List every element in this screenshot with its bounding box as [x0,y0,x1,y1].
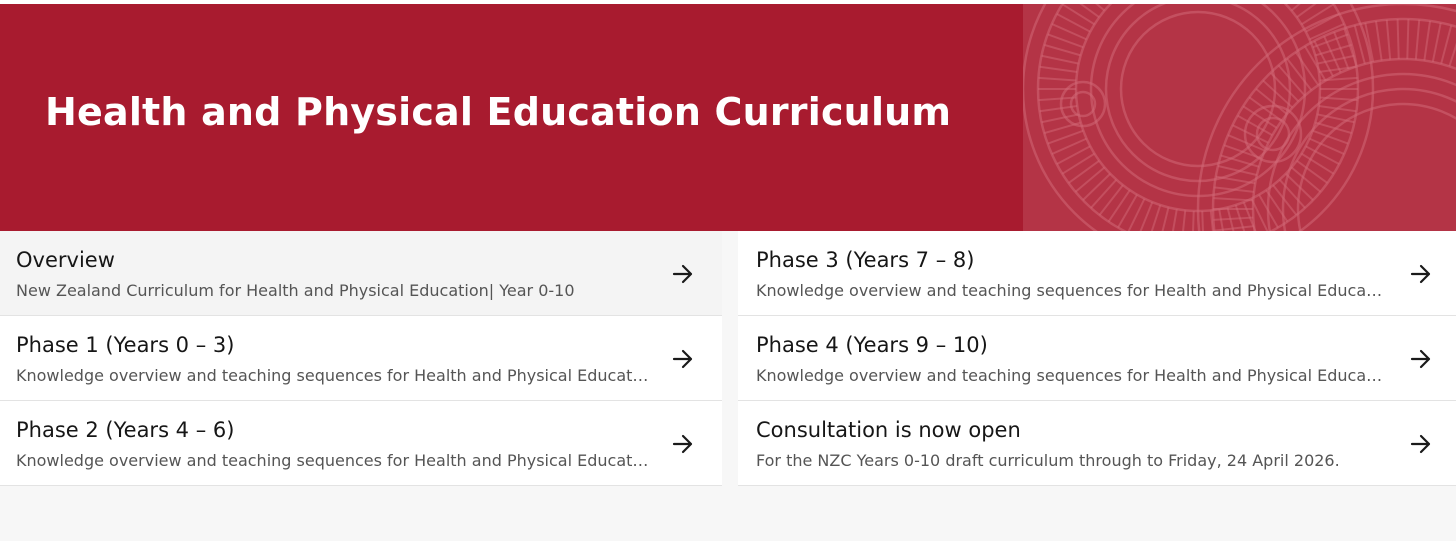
arrow-right-icon[interactable] [672,263,694,285]
page-banner: Health and Physical Education Curriculum [0,4,1456,231]
card-title: Overview [16,248,115,272]
card-title: Phase 2 (Years 4 – 6) [16,418,235,442]
card-overview[interactable]: Overview New Zealand Curriculum for Heal… [0,231,722,316]
card-description: Knowledge overview and teaching sequence… [16,366,650,385]
arrow-right-icon[interactable] [672,348,694,370]
page-title: Health and Physical Education Curriculum [45,90,952,134]
card-title: Phase 3 (Years 7 – 8) [756,248,975,272]
curriculum-cards: Overview New Zealand Curriculum for Heal… [0,231,1456,487]
card-description: Knowledge overview and teaching sequence… [756,366,1386,385]
card-description: For the NZC Years 0-10 draft curriculum … [756,451,1340,470]
card-phase-4[interactable]: Phase 4 (Years 9 – 10) Knowledge overvie… [738,316,1456,401]
card-phase-3[interactable]: Phase 3 (Years 7 – 8) Knowledge overview… [738,231,1456,316]
card-phase-2[interactable]: Phase 2 (Years 4 – 6) Knowledge overview… [0,401,722,486]
card-title: Phase 1 (Years 0 – 3) [16,333,235,357]
card-description: New Zealand Curriculum for Health and Ph… [16,281,575,300]
arrow-right-icon[interactable] [672,433,694,455]
card-phase-1[interactable]: Phase 1 (Years 0 – 3) Knowledge overview… [0,316,722,401]
arrow-right-icon[interactable] [1410,433,1432,455]
card-title: Consultation is now open [756,418,1021,442]
card-description: Knowledge overview and teaching sequence… [16,451,650,470]
card-description: Knowledge overview and teaching sequence… [756,281,1386,300]
koru-pattern-icon [1023,4,1456,231]
arrow-right-icon[interactable] [1410,348,1432,370]
arrow-right-icon[interactable] [1410,263,1432,285]
decorative-pattern [1023,4,1456,231]
card-title: Phase 4 (Years 9 – 10) [756,333,988,357]
card-consultation[interactable]: Consultation is now open For the NZC Yea… [738,401,1456,486]
